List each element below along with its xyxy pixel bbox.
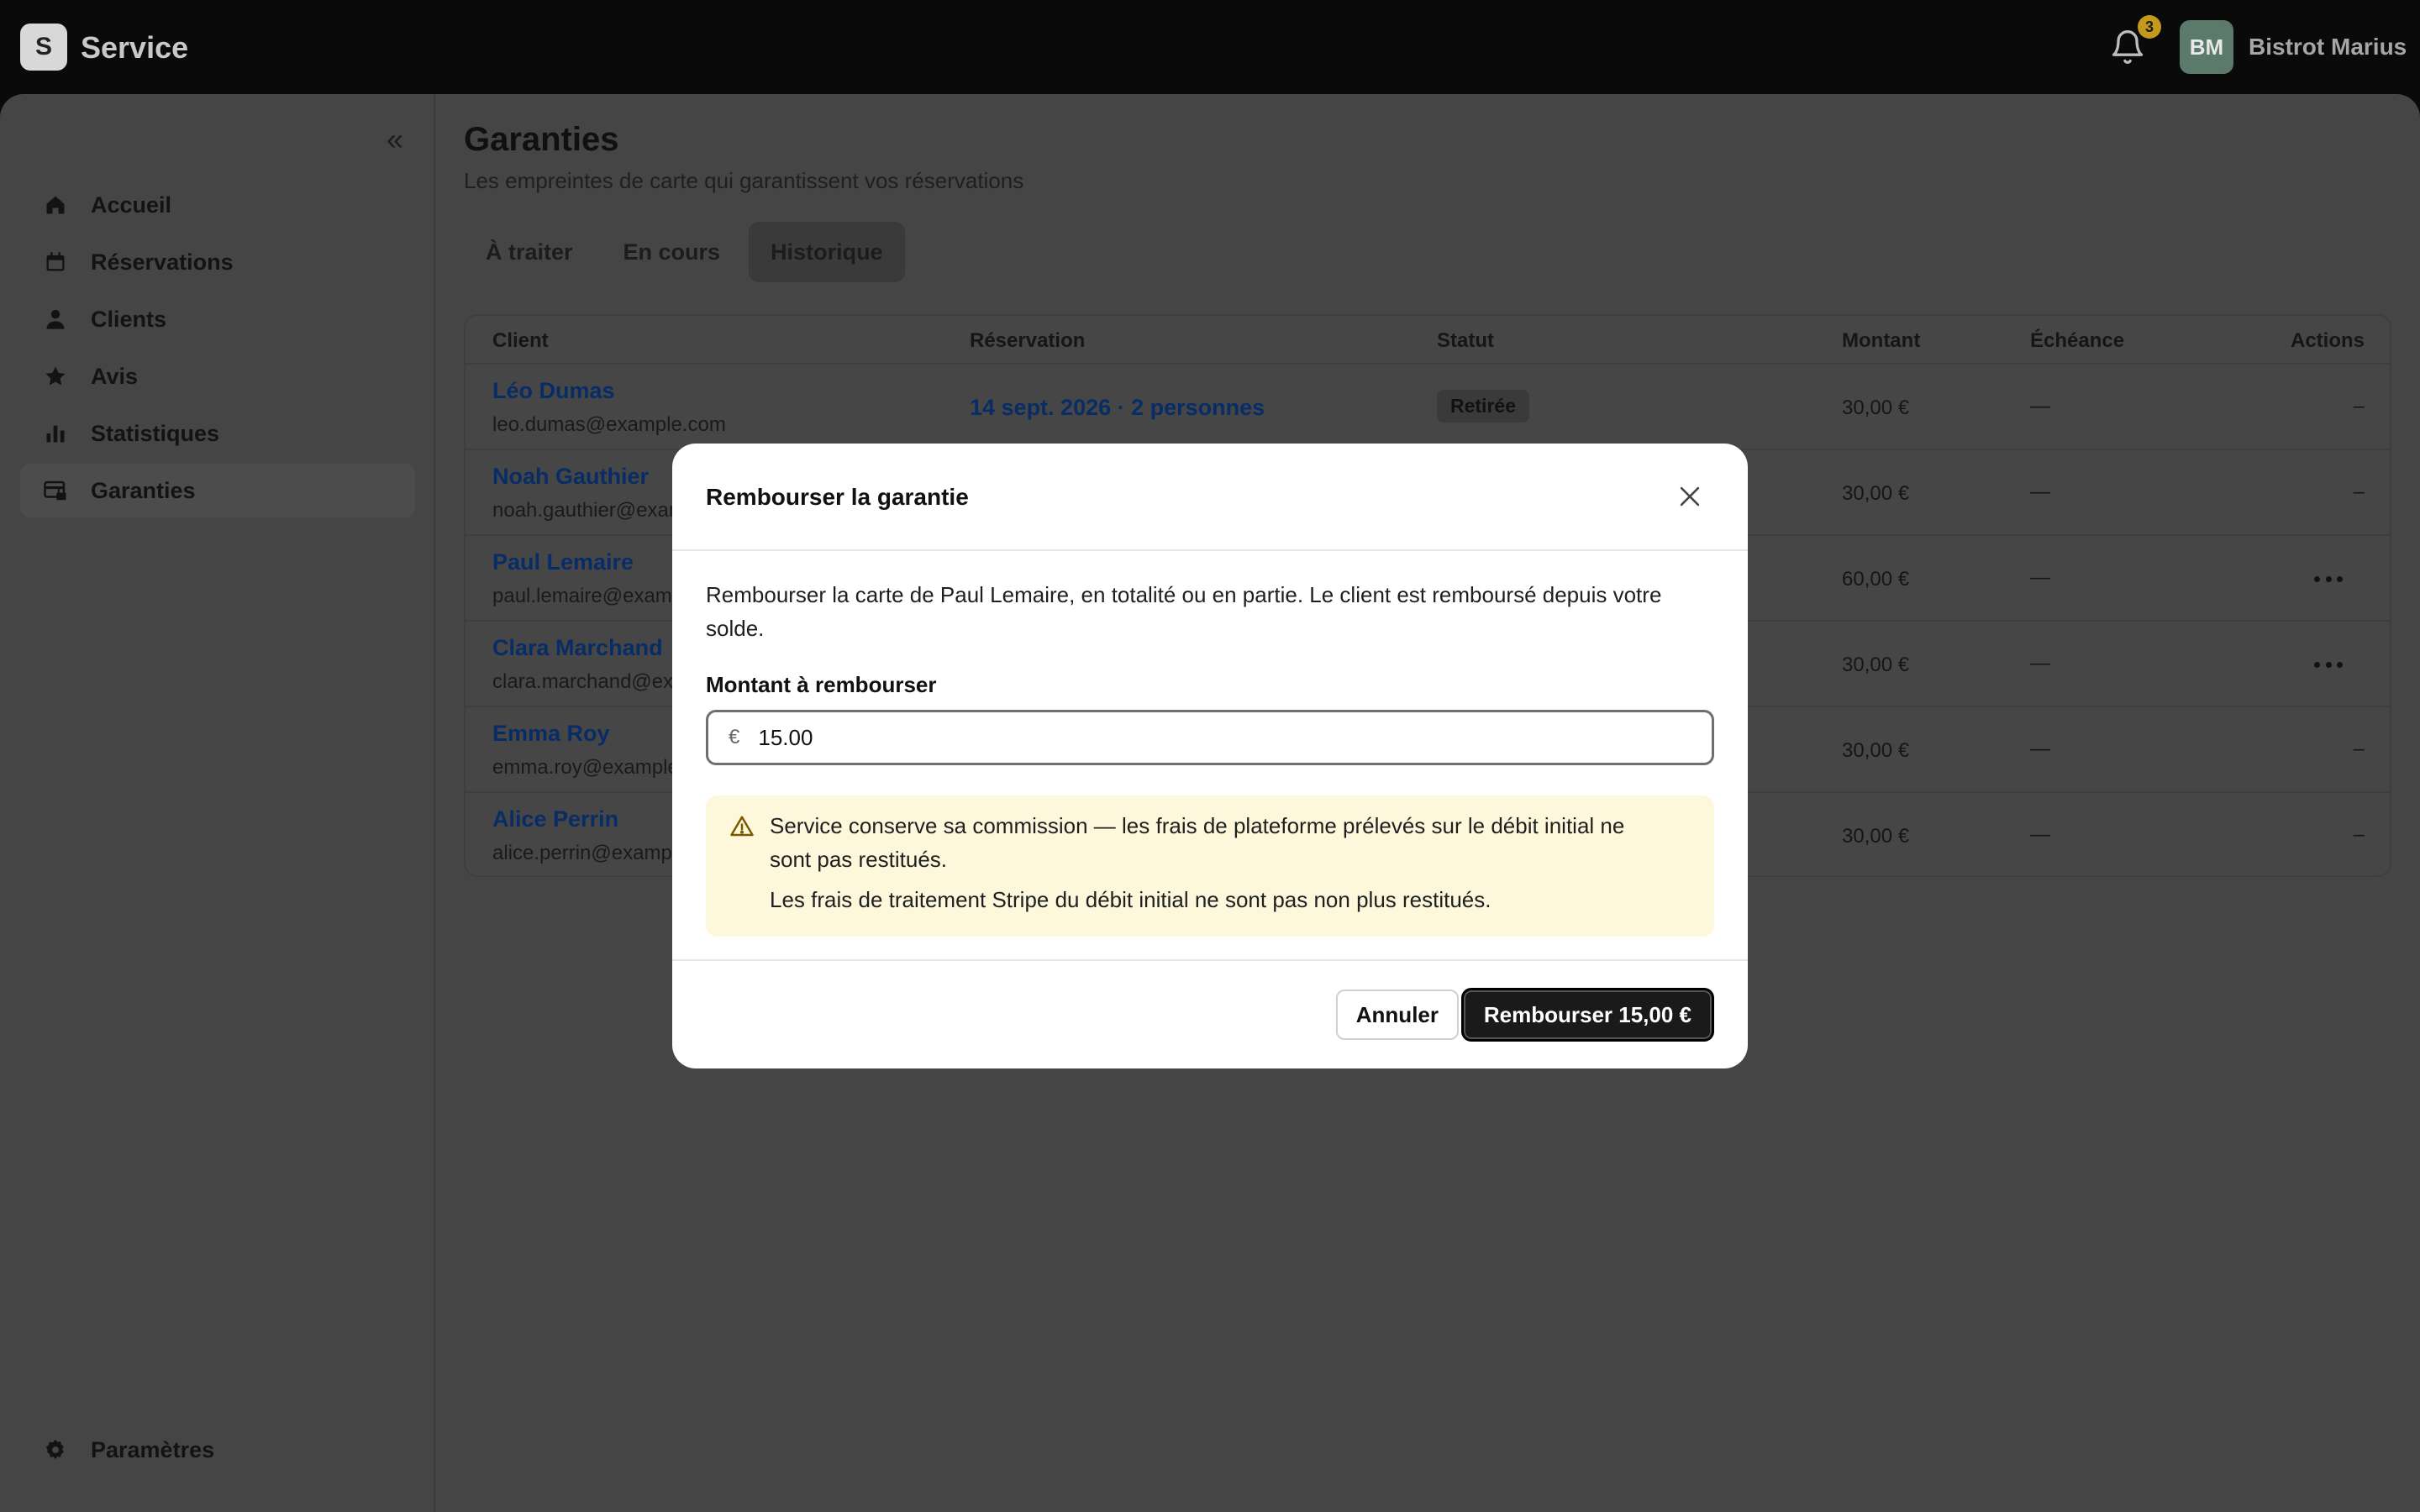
dialog-footer: Annuler Rembourser 15,00 € (672, 959, 1748, 1068)
col-amount: Montant (1842, 329, 1921, 352)
amount: 30,00 € (1842, 739, 1910, 762)
client-name-link[interactable]: Emma Roy (492, 721, 610, 747)
amount-input[interactable] (758, 724, 1599, 751)
page-title: Garanties (464, 121, 619, 158)
sidebar-nav: Accueil Réservations Clients Avis Statis… (20, 178, 415, 521)
client-email: leo.dumas@example.com (492, 413, 726, 436)
avatar[interactable]: BM (2180, 20, 2233, 74)
tab-en-cours[interactable]: En cours (602, 222, 743, 282)
sidebar-item-statistiques[interactable]: Statistiques (20, 407, 415, 460)
app-name: Service (81, 30, 189, 65)
sidebar-item-label: Paramètres (91, 1436, 215, 1462)
notification-badge: 3 (2138, 15, 2161, 39)
confirm-refund-button[interactable]: Rembourser 15,00 € (1460, 988, 1714, 1042)
client-email: noah.gauthier@exam (492, 499, 686, 522)
col-status: Statut (1437, 329, 1494, 352)
sidebar-item-label: Réservations (91, 249, 234, 275)
card-lock-icon (42, 477, 69, 504)
col-reservation: Réservation (970, 329, 1086, 352)
dialog-title: Rembourser la garantie (706, 484, 969, 510)
bar-chart-icon (42, 420, 69, 447)
amount: 30,00 € (1842, 825, 1910, 848)
dialog-body: Rembourser la carte de Paul Lemaire, en … (706, 578, 1714, 937)
sidebar-item-avis[interactable]: Avis (20, 349, 415, 403)
client-name-link[interactable]: Alice Perrin (492, 806, 618, 832)
no-action: – (2353, 480, 2365, 503)
sidebar-item-label: Clients (91, 306, 167, 332)
col-client: Client (492, 329, 549, 352)
sidebar: « Accueil Réservations Clients Avis Stat… (0, 94, 435, 1512)
no-action: – (2353, 395, 2365, 417)
refund-dialog: Rembourser la garantie Rembourser la car… (672, 444, 1748, 1068)
client-name-link[interactable]: Paul Lemaire (492, 549, 634, 575)
warning-text-commission: Service conserve sa commission — les fra… (770, 813, 1625, 872)
amount-label: Montant à rembourser (706, 672, 937, 697)
client-email: alice.perrin@examp (492, 842, 672, 864)
tabs: À traiter En cours Historique (464, 222, 905, 282)
more-actions-icon[interactable] (2314, 652, 2343, 677)
page-subtitle: Les empreintes de carte qui garantissent… (464, 168, 1024, 193)
sidebar-item-label: Avis (91, 363, 139, 389)
sidebar-item-reservations[interactable]: Réservations (20, 235, 415, 289)
sidebar-item-parametres[interactable]: Paramètres (20, 1423, 415, 1477)
due-date: — (2030, 480, 2050, 503)
reservation-link[interactable]: 14 sept. 2026 · 2 personnes (970, 395, 1265, 421)
close-icon[interactable] (1676, 482, 1704, 511)
sidebar-item-label: Statistiques (91, 420, 220, 446)
due-date: — (2030, 823, 2050, 846)
amount: 30,00 € (1842, 482, 1910, 505)
warning-icon (729, 814, 755, 839)
client-name-link[interactable]: Léo Dumas (492, 378, 615, 404)
top-bar: S Service 3 BM Bistrot Marius (0, 0, 2420, 94)
star-icon (42, 363, 69, 390)
due-date: — (2030, 566, 2050, 589)
client-email: clara.marchand@ex (492, 670, 674, 693)
collapse-sidebar-icon[interactable]: « (380, 124, 410, 155)
app-logo[interactable]: S (20, 24, 67, 71)
calendar-icon (42, 249, 69, 276)
dialog-description: Rembourser la carte de Paul Lemaire, en … (706, 582, 1662, 641)
gear-icon (42, 1436, 69, 1463)
client-email: emma.roy@example (492, 756, 679, 779)
more-actions-icon[interactable] (2314, 566, 2343, 591)
amount: 30,00 € (1842, 396, 1910, 419)
status-badge: Retirée (1437, 390, 1529, 423)
sidebar-item-label: Accueil (91, 192, 172, 218)
sidebar-item-clients[interactable]: Clients (20, 292, 415, 346)
no-action: – (2353, 823, 2365, 846)
org-name[interactable]: Bistrot Marius (2249, 34, 2407, 60)
table-header: Client Réservation Statut Montant Échéan… (466, 316, 2390, 365)
amount: 60,00 € (1842, 568, 1910, 591)
sidebar-item-accueil[interactable]: Accueil (20, 178, 415, 232)
home-icon (42, 192, 69, 218)
no-action: – (2353, 738, 2365, 760)
user-icon (42, 306, 69, 333)
dialog-header: Rembourser la garantie (672, 444, 1748, 551)
client-email: paul.lemaire@exam (492, 585, 672, 607)
amount: 30,00 € (1842, 654, 1910, 676)
currency-symbol: € (729, 726, 740, 748)
warning-callout: Service conserve sa commission — les fra… (706, 795, 1714, 937)
tab-a-traiter[interactable]: À traiter (464, 222, 595, 282)
client-name-link[interactable]: Clara Marchand (492, 635, 663, 661)
due-date: — (2030, 652, 2050, 675)
col-actions: Actions (2290, 329, 2365, 352)
client-name-link[interactable]: Noah Gauthier (492, 464, 649, 490)
table-row: Léo Dumas leo.dumas@example.com 14 sept.… (466, 365, 2390, 450)
due-date: — (2030, 395, 2050, 417)
cancel-button[interactable]: Annuler (1335, 990, 1459, 1040)
tab-historique[interactable]: Historique (749, 222, 905, 282)
warning-text-stripe: Les frais de traitement Stripe du débit … (770, 887, 1491, 912)
sidebar-item-garanties[interactable]: Garanties (20, 464, 415, 517)
sidebar-item-label: Garanties (91, 477, 196, 503)
amount-field[interactable]: € (706, 710, 1714, 765)
col-due: Échéance (2030, 329, 2125, 352)
due-date: — (2030, 738, 2050, 760)
